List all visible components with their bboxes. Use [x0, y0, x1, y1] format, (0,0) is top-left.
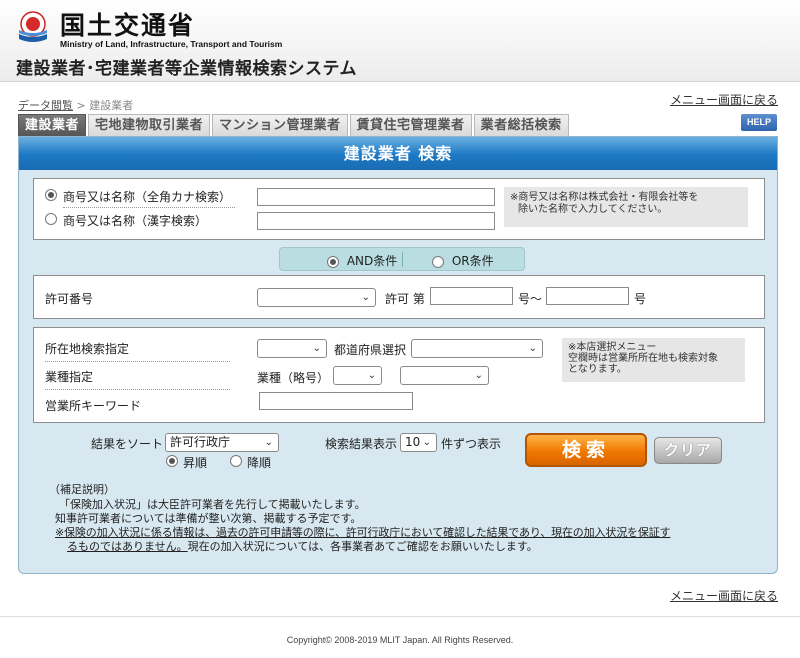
location-label: 所在地検索指定	[45, 340, 230, 362]
permit-mid: 号～	[518, 292, 543, 306]
or-label: OR条件	[451, 254, 494, 268]
chevron-down-icon: ⌄	[528, 343, 537, 354]
location-industry-box: 所在地検索指定 ⌄ 都道府県選択 ⌄ ※本店選択メニュー 空欄時は営業所所在地も…	[33, 327, 765, 423]
chevron-down-icon: ⌄	[422, 437, 431, 448]
sort-asc-radio[interactable]	[166, 455, 178, 467]
sort-desc-label: 降順	[247, 456, 272, 470]
results-per-page: 検索結果表示 10 ⌄ 件ずつ表示	[325, 433, 515, 457]
sort-desc-radio[interactable]	[230, 455, 242, 467]
breadcrumb-data-view-link[interactable]: データ閲覧	[18, 99, 73, 112]
category-tabs: 建設業者 宅地建物取引業者 マンション管理業者 賃貸住宅管理業者 業者総括検索	[18, 114, 571, 136]
chevron-down-icon: ⌄	[312, 343, 321, 354]
search-panel: 建設業者 検索 商号又は名称（全角カナ検索） 商号又は名称（漢字検索） ※商号又…	[18, 136, 778, 574]
industry-select-2[interactable]: ⌄	[400, 366, 489, 385]
location-note: ※本店選択メニュー 空欄時は営業所所在地も検索対象 となります。	[562, 338, 745, 382]
kanji-name-input[interactable]	[257, 212, 495, 230]
and-or-toggle: AND条件 OR条件	[279, 247, 525, 271]
name-search-box: 商号又は名称（全角カナ検索） 商号又は名称（漢字検索） ※商号又は名称は株式会社…	[33, 178, 765, 240]
kana-name-input[interactable]	[257, 188, 495, 206]
permit-number-box: 許可番号 ⌄ 許可 第 号～ 号	[33, 275, 765, 319]
office-keyword-input[interactable]	[259, 392, 413, 410]
search-button[interactable]: 検索	[525, 433, 647, 467]
breadcrumb-current: 建設業者	[89, 99, 134, 112]
ministry-name-ja: 国土交通省	[60, 11, 196, 40]
results-prefix: 検索結果表示	[325, 437, 398, 451]
permit-from-input[interactable]	[430, 287, 513, 305]
chevron-down-icon: ⌄	[367, 370, 376, 381]
footer-divider	[0, 616, 800, 617]
tab-condo-management[interactable]: マンション管理業者	[212, 114, 348, 136]
and-label: AND条件	[346, 254, 398, 268]
sort-asc-label: 昇順	[183, 456, 208, 470]
tab-rental-management[interactable]: 賃貸住宅管理業者	[349, 114, 472, 136]
clear-button[interactable]: クリア	[654, 437, 722, 464]
mlit-logo-icon	[19, 11, 47, 42]
menu-return-link-top[interactable]: メニュー画面に戻る	[670, 91, 778, 108]
kanji-label: 商号又は名称（漢字検索）	[63, 214, 208, 228]
menu-return-link-bottom[interactable]: メニュー画面に戻る	[670, 587, 778, 604]
results-suffix: 件ずつ表示	[441, 437, 502, 451]
kanji-radio[interactable]	[45, 213, 57, 225]
breadcrumb: データ閲覧 > 建設業者	[18, 97, 133, 113]
kana-radio[interactable]	[45, 189, 57, 201]
help-button[interactable]: HELP	[741, 114, 777, 131]
supplement-title: （補足説明）	[49, 483, 115, 496]
permit-to-input[interactable]	[546, 287, 629, 305]
sort-field-select[interactable]: 許可行政庁 ⌄	[165, 433, 279, 452]
permit-prefix: 許可 第	[385, 292, 425, 306]
results-count-select[interactable]: 10 ⌄	[400, 433, 437, 452]
tab-construction[interactable]: 建設業者	[18, 114, 87, 136]
industry-abbr-label: 業種（略号）	[257, 371, 330, 385]
chevron-down-icon: ⌄	[474, 370, 483, 381]
industry-select-1[interactable]: ⌄	[333, 366, 382, 385]
breadcrumb-separator: >	[76, 99, 86, 112]
or-radio[interactable]	[432, 255, 444, 268]
prefecture-label: 都道府県選択	[334, 343, 407, 357]
permit-label: 許可番号	[45, 292, 94, 306]
panel-title: 建設業者 検索	[19, 137, 777, 170]
system-title: 建設業者･宅建業者等企業情報検索システム	[16, 59, 357, 79]
supplement-line-1: 「保険加入状況」は大臣許可業者を先行して掲載いたします。	[59, 498, 366, 511]
and-radio[interactable]	[327, 255, 339, 268]
ministry-name-en: Ministry of Land, Infrastructure, Transp…	[60, 39, 283, 49]
sort-label: 結果をソート	[91, 437, 164, 451]
tab-real-estate[interactable]: 宅地建物取引業者	[88, 114, 211, 136]
kana-label: 商号又は名称（全角カナ検索）	[63, 188, 235, 208]
location-mode-select[interactable]: ⌄	[257, 339, 327, 358]
copyright: Copyright© 2008-2019 MLIT Japan. All Rig…	[286, 635, 514, 645]
permit-suffix: 号	[634, 292, 647, 306]
and-or-divider	[402, 252, 403, 267]
site-header: 国土交通省 Ministry of Land, Infrastructure, …	[0, 0, 800, 82]
chevron-down-icon: ⌄	[264, 437, 273, 448]
supplement-line-3: ※保険の加入状況に係る情報は、過去の許可申請等の際に、許可行政庁において確認した…	[55, 526, 671, 539]
chevron-down-icon: ⌄	[361, 292, 370, 303]
supplement-line-4: るものではありません。現在の加入状況については、各事業者あてご確認をお願いいたし…	[67, 540, 538, 553]
name-note: ※商号又は名称は株式会社・有限会社等を 除いた名称で入力してください。	[504, 187, 748, 227]
sort-area: 結果をソート 許可行政庁 ⌄ 昇順 降順	[91, 433, 291, 473]
permit-authority-select[interactable]: ⌄	[257, 288, 376, 307]
keyword-label: 営業所キーワード	[45, 399, 142, 413]
industry-label: 業種指定	[45, 368, 230, 390]
supplement-line-2: 知事許可業者については準備が整い次第、掲載する予定です。	[55, 512, 362, 525]
tab-comprehensive-search[interactable]: 業者総括検索	[473, 114, 569, 136]
prefecture-select[interactable]: ⌄	[411, 339, 543, 358]
